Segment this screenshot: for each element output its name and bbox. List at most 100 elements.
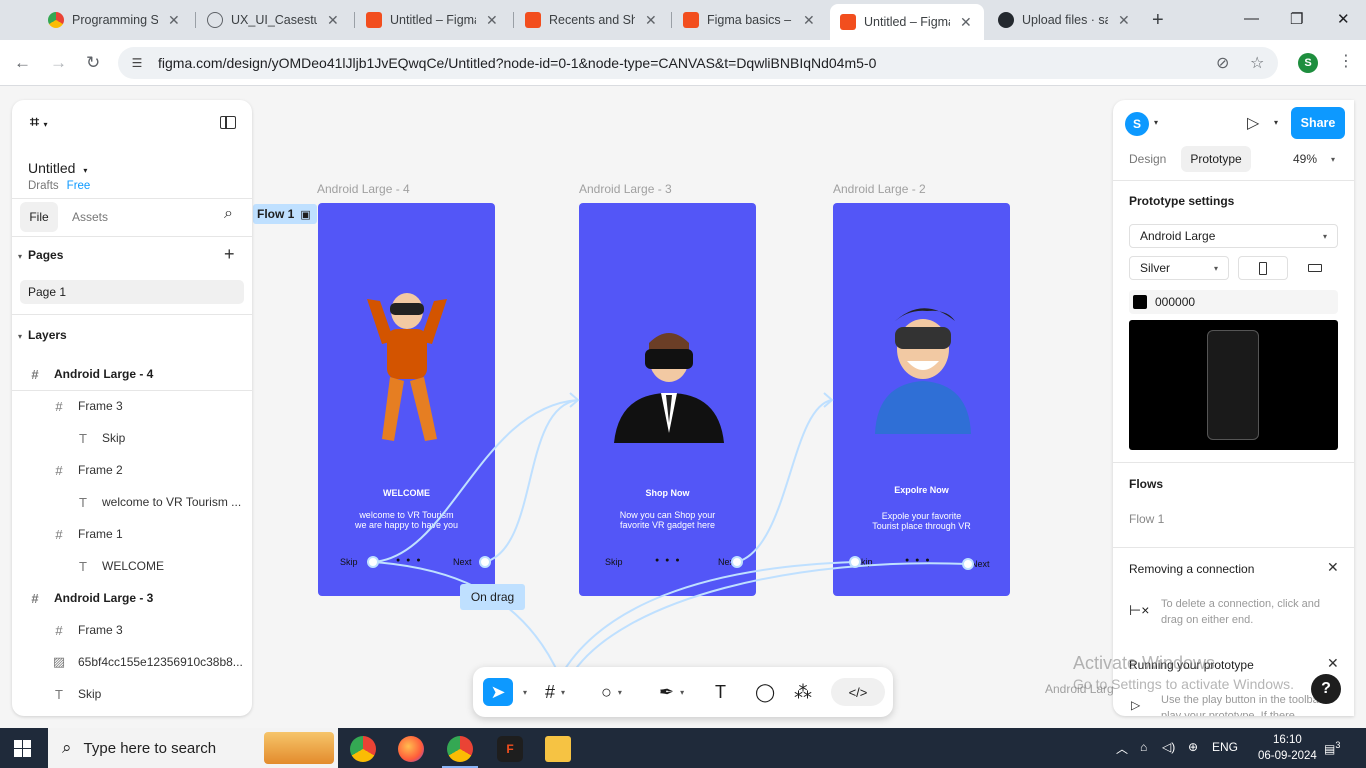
text-tool-icon[interactable]: T — [715, 678, 726, 706]
close-icon[interactable]: ✕ — [1118, 12, 1130, 29]
back-icon[interactable]: ← — [14, 53, 31, 73]
site-info-icon[interactable]: ☰ — [128, 54, 146, 72]
layer-item[interactable]: # Android Large - 3 — [12, 582, 252, 614]
landscape-toggle[interactable] — [1291, 256, 1339, 280]
text-icon: T — [79, 430, 87, 446]
close-icon[interactable]: ✕ — [803, 12, 815, 29]
comment-tool-icon[interactable]: ◯ — [755, 678, 775, 706]
pen-tool-icon[interactable]: ✒ ▾ — [659, 678, 684, 706]
pages-section-header[interactable]: ▾ Pages — [18, 248, 63, 262]
file-explorer-icon[interactable] — [545, 736, 571, 762]
connection-handle[interactable] — [731, 556, 743, 568]
language-globe-icon[interactable]: ⊕ — [1188, 740, 1198, 754]
layer-item[interactable]: T Skip — [12, 678, 252, 710]
close-icon[interactable]: ✕ — [168, 12, 180, 29]
model-select[interactable]: Silver ▾ — [1129, 256, 1229, 280]
tab-file[interactable]: File — [20, 202, 58, 232]
close-icon[interactable]: ✕ — [645, 12, 657, 29]
chrome-icon[interactable] — [447, 736, 473, 762]
browser-menu-icon[interactable]: ⋮ — [1338, 51, 1354, 71]
tip-text: To delete a connection, click and drag o… — [1161, 598, 1320, 626]
close-window-icon[interactable]: ✕ — [1337, 10, 1350, 28]
device-select[interactable]: Android Large ▾ — [1129, 224, 1338, 248]
resources-tool-icon[interactable]: ⁂ — [794, 678, 812, 706]
tray-chevron-icon[interactable]: ︿ — [1116, 740, 1128, 757]
browser-tab[interactable]: Untitled – Figma ✕ — [356, 6, 508, 34]
tab-prototype[interactable]: Prototype — [1181, 146, 1251, 172]
network-icon[interactable]: ⌂ — [1140, 740, 1147, 754]
volume-icon[interactable]: ◁) — [1162, 740, 1175, 754]
add-page-icon[interactable]: + — [224, 244, 235, 265]
close-icon[interactable]: ✕ — [327, 12, 339, 29]
layer-item[interactable]: Twelcome to VR Tourism ... — [12, 486, 252, 518]
connection-handle[interactable] — [367, 556, 379, 568]
layer-item[interactable]: # Frame 3 — [12, 390, 252, 422]
browser-tab-active[interactable]: Untitled – Figma ✕ — [830, 4, 984, 40]
chevron-down-icon[interactable]: ▾ — [1331, 155, 1335, 164]
page-item[interactable]: Page 1 — [20, 280, 244, 304]
new-tab-icon[interactable]: + — [1152, 9, 1164, 32]
language-indicator[interactable]: ENG — [1212, 740, 1238, 754]
browser-tab-bar: Programming Sk ✕ UX_UI_Casestud ✕ Untitl… — [0, 0, 1366, 40]
layer-item[interactable]: # Frame 1 — [12, 518, 252, 550]
search-icon[interactable]: ⌕ — [224, 205, 233, 223]
close-icon[interactable]: ✕ — [1327, 655, 1339, 672]
close-icon[interactable]: ✕ — [486, 12, 498, 29]
firefox-icon[interactable] — [398, 736, 424, 762]
browser-tab[interactable]: Recents and Sha ✕ — [515, 6, 667, 34]
tab-design[interactable]: Design — [1129, 152, 1166, 166]
flow-item[interactable]: Flow 1 — [1129, 512, 1164, 526]
color-swatch[interactable] — [1133, 295, 1147, 309]
profile-avatar[interactable]: S — [1298, 53, 1318, 73]
layer-item[interactable]: T Skip — [12, 422, 252, 454]
help-button[interactable]: ? — [1311, 674, 1341, 704]
taskbar-clock[interactable]: 16:10 06-09-2024 — [1258, 732, 1317, 764]
close-icon[interactable]: ✕ — [1327, 559, 1339, 576]
zoom-level[interactable]: 49% — [1293, 152, 1317, 166]
layer-item[interactable]: # Frame 3 — [12, 614, 252, 646]
bookmark-star-icon[interactable]: ☆ — [1250, 53, 1264, 73]
close-icon[interactable]: ✕ — [960, 14, 972, 31]
layer-item[interactable]: # Frame 2 — [12, 454, 252, 486]
share-button[interactable]: Share — [1291, 107, 1345, 139]
taskbar-search[interactable]: ⌕ Type here to search — [48, 728, 338, 768]
figma-icon[interactable]: F — [497, 736, 523, 762]
user-avatar[interactable]: S — [1125, 112, 1149, 136]
browser-tab[interactable]: Figma basics – F ✕ — [673, 6, 825, 34]
present-play-icon[interactable]: ▷ — [1247, 113, 1259, 133]
layers-section-header[interactable]: ▾ Layers — [18, 328, 67, 342]
connection-handle[interactable] — [849, 556, 861, 568]
toggle-sidebar-icon[interactable] — [220, 116, 236, 129]
figma-menu-icon[interactable]: ⌗ ▾ — [30, 114, 47, 132]
chevron-down-icon[interactable]: ▾ — [1274, 118, 1278, 127]
frame-tool-icon[interactable]: # ▾ — [545, 678, 565, 706]
dev-mode-toggle[interactable]: </> — [831, 678, 885, 706]
forward-icon[interactable]: → — [50, 53, 67, 73]
notifications-icon[interactable]: ▤3 — [1324, 740, 1340, 756]
connection-handle[interactable] — [479, 556, 491, 568]
reload-icon[interactable]: ↻ — [86, 53, 100, 73]
minimize-icon[interactable]: — — [1244, 10, 1259, 27]
background-color-field[interactable]: 000000 — [1129, 290, 1338, 314]
restore-icon[interactable]: ❐ — [1290, 10, 1303, 28]
no-tracking-icon[interactable]: ⊘ — [1216, 53, 1229, 73]
file-name[interactable]: Untitled ▾ — [28, 160, 87, 176]
windows-taskbar: ⌕ Type here to search F ︿ ⌂ ◁) ⊕ ENG 16:… — [0, 728, 1366, 768]
chrome-icon[interactable] — [350, 736, 376, 762]
layer-item[interactable]: T WELCOME — [12, 550, 252, 582]
address-bar[interactable]: ☰ figma.com/design/yOMDeo41lJljb1JvEQwqC… — [118, 47, 1278, 79]
browser-tab[interactable]: Upload files · sar ✕ — [988, 6, 1140, 34]
layer-item[interactable]: ▨ 65bf4cc155e12356910c38b8... — [12, 646, 252, 678]
browser-tab[interactable]: Programming Sk ✕ — [38, 6, 190, 34]
browser-tab[interactable]: UX_UI_Casestud ✕ — [197, 6, 349, 34]
move-tool-icon[interactable]: ➤ — [483, 678, 513, 706]
tab-assets[interactable]: Assets — [72, 210, 108, 224]
layer-item[interactable]: # Android Large - 4 — [12, 358, 252, 390]
move-tool-dropdown[interactable]: ▾ — [517, 678, 527, 706]
chevron-down-icon[interactable]: ▾ — [1154, 118, 1158, 127]
connection-handle[interactable] — [962, 558, 974, 570]
interaction-trigger-label[interactable]: On drag — [460, 584, 525, 610]
windows-start-icon[interactable] — [14, 740, 31, 757]
shape-tool-icon[interactable]: ○ ▾ — [601, 678, 622, 706]
portrait-toggle[interactable] — [1238, 256, 1288, 280]
